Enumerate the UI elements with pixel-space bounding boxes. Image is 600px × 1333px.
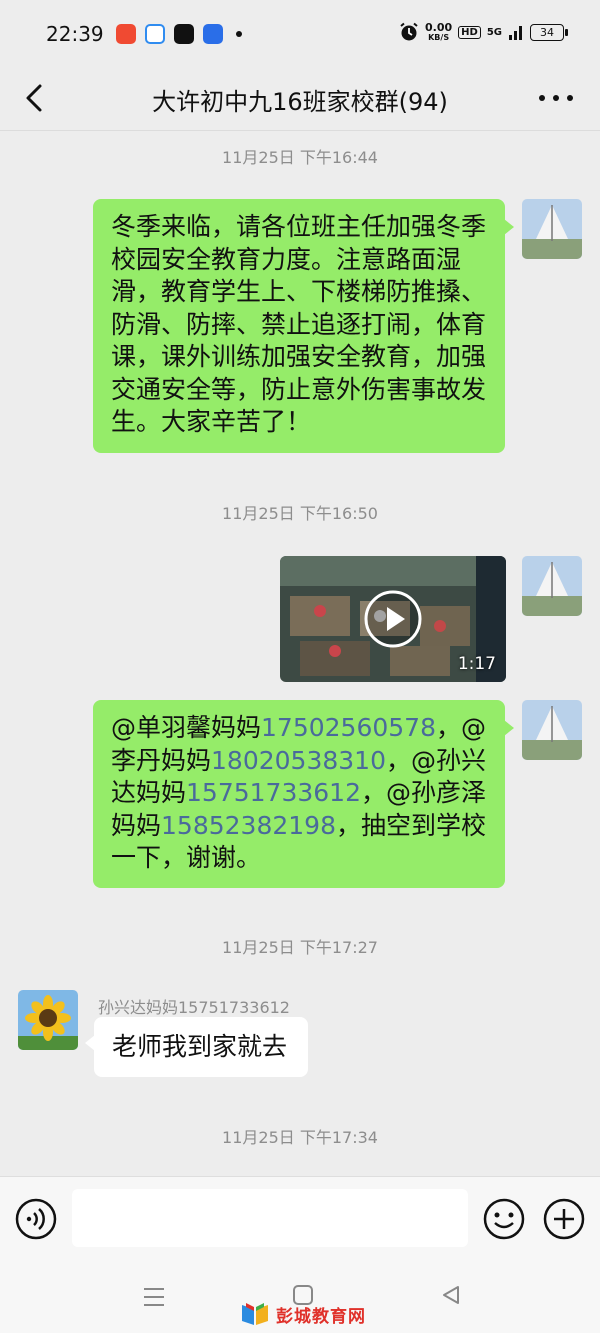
message-bubble-incoming[interactable]: 老师我到家就去	[85, 1017, 308, 1077]
book-logo-icon	[242, 1303, 268, 1325]
timestamp: 11月25日 下午16:44	[222, 148, 378, 167]
hd-badge: HD	[458, 25, 481, 39]
menu-icon[interactable]	[142, 1286, 166, 1308]
video-duration: 1:17	[457, 654, 496, 674]
phone-link[interactable]: 18020538310	[211, 746, 386, 775]
sender-name: 孙兴达妈妈15751733612	[98, 998, 290, 1017]
message-bubble-outgoing[interactable]: @单羽馨妈妈17502560578，@李丹妈妈18020538310，@孙兴达妈…	[93, 700, 514, 888]
avatar-image	[522, 700, 582, 760]
browser-app-icon	[145, 24, 165, 44]
timestamp: 11月25日 下午17:34	[222, 1128, 378, 1147]
avatar-image	[522, 556, 582, 616]
chat-title: 大许初中九16班家校群(94)	[152, 88, 448, 116]
plus-icon[interactable]	[542, 1197, 586, 1241]
watermark: 彭城教育网	[240, 1301, 366, 1327]
avatar-self[interactable]	[522, 556, 582, 616]
timestamp: 11月25日 下午17:27	[222, 938, 378, 957]
avatar-image	[522, 199, 582, 259]
input-bar	[0, 1176, 600, 1261]
phone-link[interactable]: 17502560578	[261, 713, 436, 742]
emoji-icon[interactable]	[482, 1197, 526, 1241]
phone-link[interactable]: 15751733612	[186, 778, 361, 807]
chat-header: 大许初中九16班家校群(94)	[0, 68, 600, 131]
signal-label: 5G	[486, 26, 502, 38]
message-bubble-outgoing[interactable]: 冬季来临，请各位班主任加强冬季校园安全教育力度。注意路面湿滑，教育学生上、下楼梯…	[93, 199, 514, 453]
avatar-self[interactable]	[522, 199, 582, 259]
status-bar: 22:39 0.00 KB/S HD 5G 34	[0, 0, 600, 68]
message-input[interactable]	[72, 1189, 468, 1247]
tiktok-app-icon	[174, 24, 194, 44]
timestamp: 11月25日 下午16:50	[222, 504, 378, 523]
more-icon[interactable]	[536, 84, 576, 112]
mention[interactable]: @单羽馨妈妈	[111, 713, 261, 742]
more-notifications-dot	[236, 31, 242, 37]
phone-link[interactable]: 15852382198	[161, 811, 336, 840]
nav-back-icon[interactable]	[440, 1284, 462, 1306]
messenger-app-icon	[203, 24, 223, 44]
sunflower-avatar-image	[18, 990, 78, 1050]
notification-icons	[116, 24, 242, 44]
avatar-sender[interactable]	[18, 990, 78, 1050]
watermark-text: 彭城教育网	[276, 1306, 366, 1327]
avatar-self[interactable]	[522, 700, 582, 760]
net-speed-unit: KB/S	[428, 32, 450, 42]
net-speed: 0.00 KB/S	[425, 20, 453, 42]
battery-indicator: 34	[530, 23, 568, 41]
net-speed-value: 0.00	[425, 20, 453, 34]
alarm-icon	[400, 22, 418, 41]
status-time: 22:39	[46, 22, 104, 46]
video-app-icon	[116, 24, 136, 44]
play-icon[interactable]	[363, 589, 423, 649]
voice-icon[interactable]	[14, 1197, 58, 1241]
status-right: 0.00 KB/S HD 5G 34	[399, 20, 568, 42]
video-message[interactable]: 1:17	[280, 556, 506, 682]
signal-icon	[509, 26, 522, 40]
